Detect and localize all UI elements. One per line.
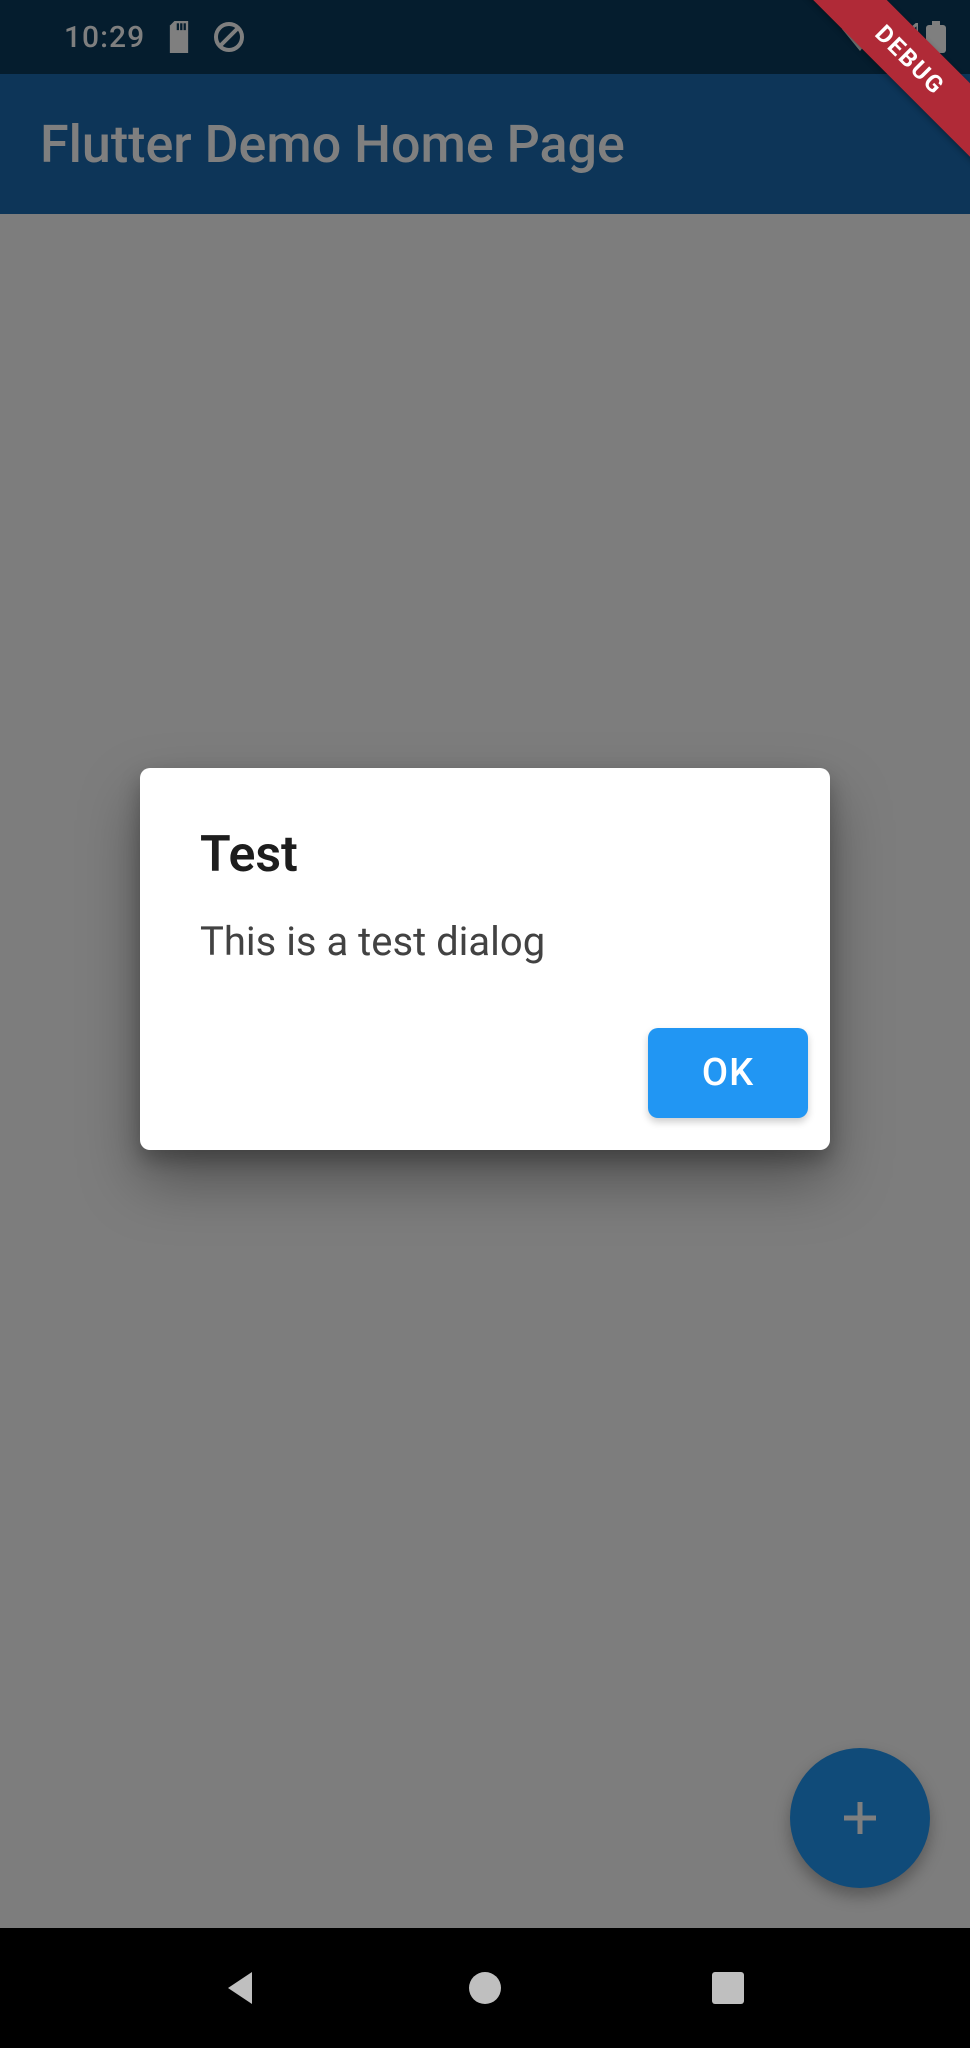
nav-back-button[interactable] bbox=[212, 1958, 272, 2018]
modal-scrim[interactable]: Test This is a test dialog OK bbox=[0, 0, 970, 1928]
ok-button[interactable]: OK bbox=[648, 1028, 808, 1118]
android-nav-bar bbox=[0, 1928, 970, 2048]
app-screen: 10:29 Flutte bbox=[0, 0, 970, 1928]
device-frame: 10:29 Flutte bbox=[0, 0, 970, 2048]
nav-home-button[interactable] bbox=[455, 1958, 515, 2018]
dialog-title: Test bbox=[140, 808, 830, 912]
alert-dialog: Test This is a test dialog OK bbox=[140, 768, 830, 1150]
nav-recent-button[interactable] bbox=[698, 1958, 758, 2018]
dialog-content: This is a test dialog bbox=[140, 912, 830, 1028]
dialog-actions: OK bbox=[140, 1028, 830, 1128]
circle-home-icon bbox=[465, 1968, 505, 2008]
square-recent-icon bbox=[710, 1970, 746, 2006]
triangle-back-icon bbox=[222, 1968, 262, 2008]
